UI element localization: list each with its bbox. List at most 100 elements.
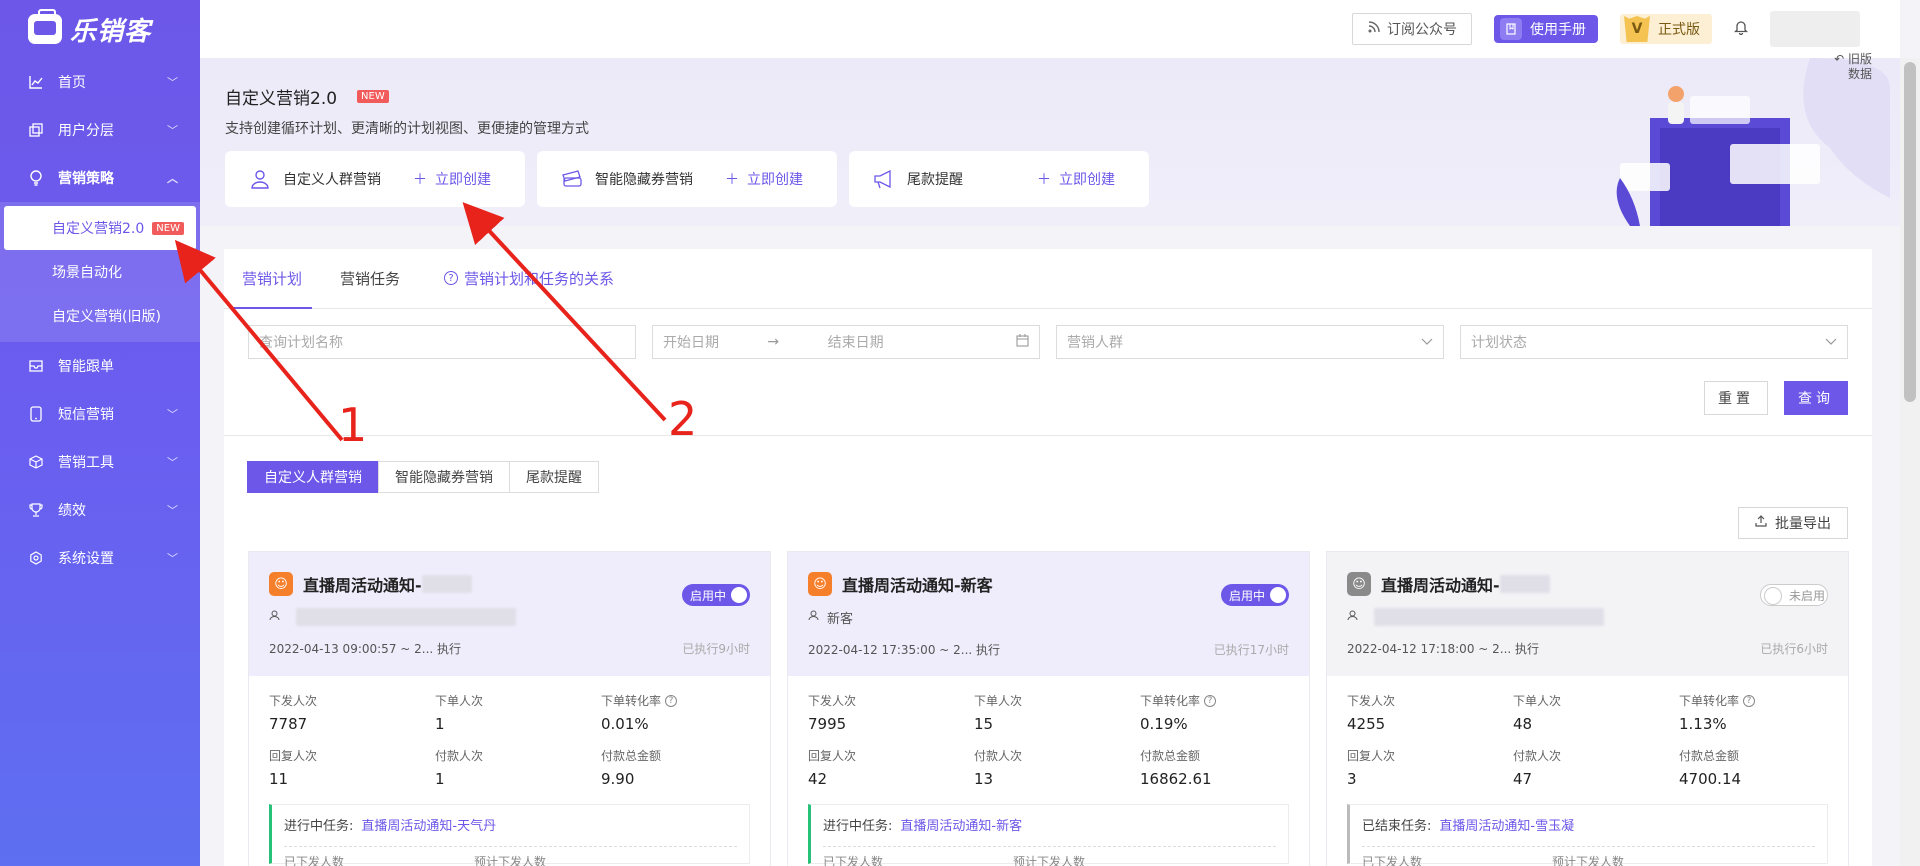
plan-name-search-input[interactable]: 查询计划名称 xyxy=(248,325,636,359)
task-prefix: 已结束任务: xyxy=(1362,819,1432,834)
plan-card[interactable]: ☺ 直播周活动通知-新客 启用中 新客 2022-04-12 17:35:00 … xyxy=(787,551,1310,866)
user-avatar[interactable] xyxy=(1770,11,1860,47)
stat-value: 16862.61 xyxy=(1140,770,1212,788)
annotation-number-1: 1 xyxy=(338,398,368,452)
megaphone-icon xyxy=(873,168,895,190)
question-icon[interactable]: ? xyxy=(1204,694,1217,707)
sidebar-item-user-segments[interactable]: 用户分层 ﹀ xyxy=(0,106,200,154)
plan-time-row: 2022-04-13 09:00:57 ~ 2... 执行 已执行9小时 xyxy=(269,640,750,657)
vip-badge[interactable]: V 正式版 xyxy=(1620,14,1712,44)
logo[interactable]: 乐销客 xyxy=(0,0,200,58)
scrollbar-thumb[interactable] xyxy=(1904,62,1916,402)
help-link-plan-task-relation[interactable]: ? 营销计划和任务的关系 xyxy=(444,248,614,308)
current-task-box: 进行中任务: 直播周活动通知-天气丹 已下发人数 预计下发人数 xyxy=(269,804,750,866)
plan-audience xyxy=(1347,608,1828,626)
question-icon[interactable]: ? xyxy=(665,694,678,707)
query-button[interactable]: 查询 xyxy=(1784,381,1848,415)
bell-icon[interactable] xyxy=(1733,19,1749,39)
date-range-picker[interactable]: 开始日期 → 结束日期 xyxy=(652,325,1040,359)
plus-icon: ＋ xyxy=(413,172,427,188)
stat-label-text: 下单转化率 xyxy=(601,694,662,708)
stat-cell: 付款总金额 16862.61 xyxy=(1140,747,1290,788)
sidebar-item-sms-marketing[interactable]: 短信营销 ﹀ xyxy=(0,390,200,438)
stat-value: 0.19% xyxy=(1140,715,1188,733)
stat-label-text: 下单转化率 xyxy=(1140,694,1201,708)
create-now-link[interactable]: ＋ 立即创建 xyxy=(1037,169,1115,189)
sidebar-item-smart-follow[interactable]: 智能跟单 xyxy=(0,342,200,390)
plan-enable-toggle[interactable]: 启用中 xyxy=(1221,584,1289,606)
tab-marketing-plan[interactable]: 营销计划 xyxy=(231,248,313,309)
plan-card-header: ☺ 直播周活动通知- 未启用 2022-04-12 17:18:00 ~ 2..… xyxy=(1327,552,1848,676)
sidebar-item-home[interactable]: 首页 ﹀ xyxy=(0,58,200,106)
book-icon xyxy=(1500,18,1522,40)
subscribe-button[interactable]: 订阅公众号 xyxy=(1352,13,1472,45)
create-now-link[interactable]: ＋ 立即创建 xyxy=(725,169,803,189)
sidebar-item-marketing-tools[interactable]: 营销工具 ﹀ xyxy=(0,438,200,486)
stat-cell: 付款总金额 9.90 xyxy=(601,747,751,788)
stat-cell: 下单人次 1 xyxy=(435,692,601,733)
reset-button[interactable]: 重置 xyxy=(1704,381,1768,415)
legacy-data-link[interactable]: ↶ 旧版数据 xyxy=(1832,52,1872,82)
stat-value: 1 xyxy=(435,715,445,733)
manual-button[interactable]: 使用手册 xyxy=(1494,15,1598,43)
sidebar-item-label: 智能跟单 xyxy=(58,359,114,375)
stat-label: 下单人次 xyxy=(1513,694,1562,708)
sidebar-item-label: 场景自动化 xyxy=(52,265,122,281)
plan-card[interactable]: ☺ 直播周活动通知- 启用中 2022-04-13 09:00:57 ~ 2..… xyxy=(248,551,771,866)
create-now-label: 立即创建 xyxy=(1059,172,1115,188)
quick-create-label: 自定义人群营销 xyxy=(283,172,381,188)
submenu-marketing-strategy: 自定义营销2.0 NEW 场景自动化 自定义营销(旧版) xyxy=(0,202,200,342)
segment-balance-reminder[interactable]: 尾款提醒 xyxy=(509,461,599,493)
sidebar-item-marketing-strategy[interactable]: 营销策略 ︿ xyxy=(0,154,200,202)
tab-marketing-task[interactable]: 营销任务 xyxy=(340,248,400,308)
stat-cell: 付款总金额 4700.14 xyxy=(1679,747,1829,788)
cube-icon xyxy=(28,454,44,470)
legacy-data-label: 旧版数据 xyxy=(1847,52,1872,81)
segment-custom-audience[interactable]: 自定义人群营销 xyxy=(247,461,379,493)
audience-select[interactable]: 营销人群 xyxy=(1056,325,1444,359)
sidebar-item-system-settings[interactable]: 系统设置 ﹀ xyxy=(0,534,200,582)
quick-create-custom-audience[interactable]: 自定义人群营销 ＋ 立即创建 xyxy=(225,151,525,207)
plan-tabs: 营销计划 营销任务 ? 营销计划和任务的关系 xyxy=(224,249,1872,309)
quick-create-smart-coupon[interactable]: 智能隐藏券营销 ＋ 立即创建 xyxy=(537,151,837,207)
page-scrollbar[interactable] xyxy=(1900,58,1920,866)
undo-icon: ↶ xyxy=(1834,52,1845,66)
plan-enable-toggle[interactable]: 启用中 xyxy=(682,584,750,606)
filter-row: 查询计划名称 开始日期 → 结束日期 营销人群 计划状态 xyxy=(248,325,1848,359)
stat-label: 下单转化率? xyxy=(601,692,751,709)
sidebar-item-scene-automation[interactable]: 场景自动化 xyxy=(4,250,196,294)
plan-type-segments: 自定义人群营销 智能隐藏券营销 尾款提醒 xyxy=(247,461,599,493)
task-name-link[interactable]: 直播周活动通知-天气丹 xyxy=(361,815,496,834)
plan-title-text: 直播周活动通知-新客 xyxy=(842,576,993,595)
task-sub-row: 已下发人数 预计下发人数 xyxy=(1362,846,1815,866)
stat-cell: 回复人次 3 xyxy=(1347,747,1513,788)
sidebar-item-label: 自定义营销(旧版) xyxy=(52,309,161,325)
audience-icon xyxy=(269,610,280,625)
stat-value: 11 xyxy=(269,770,289,788)
plan-enable-toggle[interactable]: 未启用 xyxy=(1760,584,1828,606)
segment-smart-coupon[interactable]: 智能隐藏券营销 xyxy=(378,461,510,493)
create-now-link[interactable]: ＋ 立即创建 xyxy=(413,169,491,189)
stat-value: 9.90 xyxy=(601,770,635,788)
sidebar-item-custom-marketing-2[interactable]: 自定义营销2.0 NEW xyxy=(4,206,196,250)
plan-name-placeholder: 查询计划名称 xyxy=(259,335,343,351)
stat-value: 1.13% xyxy=(1679,715,1727,733)
create-now-label: 立即创建 xyxy=(747,172,803,188)
question-icon[interactable]: ? xyxy=(1743,694,1756,707)
plan-status-select[interactable]: 计划状态 xyxy=(1460,325,1848,359)
sidebar-item-custom-marketing-legacy[interactable]: 自定义营销(旧版) xyxy=(4,294,196,338)
batch-export-button[interactable]: 批量导出 xyxy=(1738,507,1848,539)
plan-card[interactable]: ☺ 直播周活动通知- 未启用 2022-04-12 17:18:00 ~ 2..… xyxy=(1326,551,1849,866)
redacted-text xyxy=(421,575,472,593)
stat-cell: 下发人次 7995 xyxy=(808,692,974,733)
sidebar-item-performance[interactable]: 绩效 ﹀ xyxy=(0,486,200,534)
trophy-icon xyxy=(28,502,44,518)
question-icon: ? xyxy=(444,271,459,285)
task-name-link[interactable]: 直播周活动通知-雪玉凝 xyxy=(1439,815,1574,834)
plan-title-text: 直播周活动通知- xyxy=(1381,576,1500,595)
plan-card-header: ☺ 直播周活动通知- 启用中 2022-04-13 09:00:57 ~ 2..… xyxy=(249,552,770,676)
export-label: 批量导出 xyxy=(1775,516,1831,532)
quick-create-balance-reminder[interactable]: 尾款提醒 ＋ 立即创建 xyxy=(849,151,1149,207)
chevron-up-icon: ︿ xyxy=(167,172,178,185)
task-name-link[interactable]: 直播周活动通知-新客 xyxy=(900,815,1022,834)
